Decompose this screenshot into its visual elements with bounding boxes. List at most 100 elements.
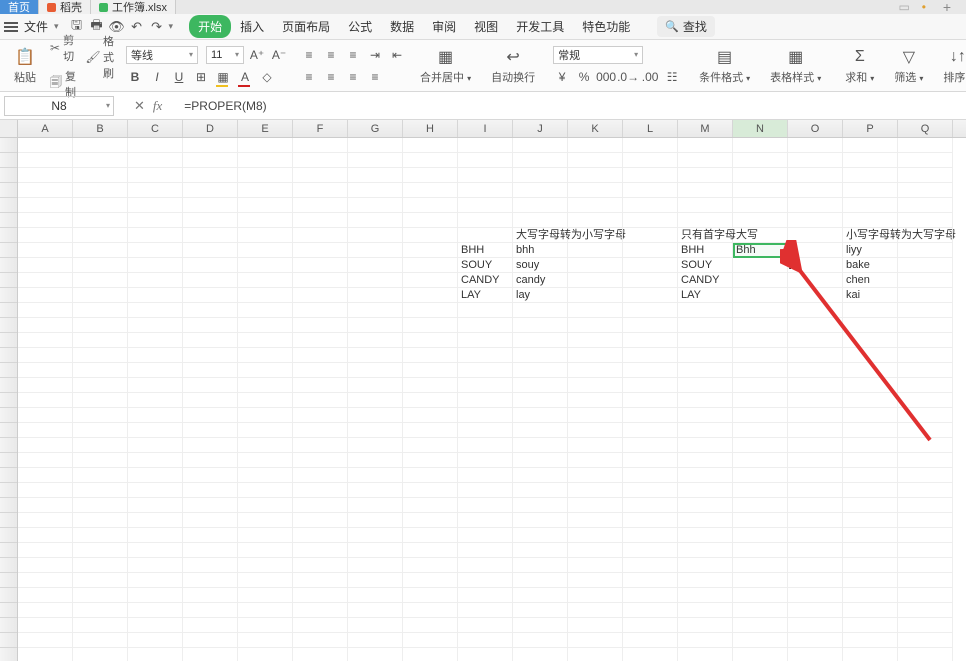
cell-C1[interactable] [128,138,183,153]
cell-M34[interactable] [678,633,733,648]
cell-H1[interactable] [403,138,458,153]
cell-K9[interactable] [568,258,623,273]
filter-button[interactable]: ▽ 筛选 ▾ [890,47,927,85]
cell-D19[interactable] [183,408,238,423]
cell-F18[interactable] [293,393,348,408]
cell-M11[interactable]: LAY [678,288,733,303]
cell-C18[interactable] [128,393,183,408]
cell-B5[interactable] [73,198,128,213]
row-header-12[interactable] [0,303,17,318]
cell-L16[interactable] [623,363,678,378]
cell-D9[interactable] [183,258,238,273]
cell-G26[interactable] [348,513,403,528]
row-header-33[interactable] [0,618,17,633]
cell-B18[interactable] [73,393,128,408]
cell-D34[interactable] [183,633,238,648]
cell-J26[interactable] [513,513,568,528]
cell-M27[interactable] [678,528,733,543]
cell-D7[interactable] [183,228,238,243]
cell-E25[interactable] [238,498,293,513]
cell-H26[interactable] [403,513,458,528]
cell-Q25[interactable] [898,498,953,513]
col-header-J[interactable]: J [513,120,568,137]
row-header-29[interactable] [0,558,17,573]
cell-L15[interactable] [623,348,678,363]
cell-A3[interactable] [18,168,73,183]
cell-I4[interactable] [458,183,513,198]
cell-F7[interactable] [293,228,348,243]
cell-A17[interactable] [18,378,73,393]
row-header-28[interactable] [0,543,17,558]
cell-I34[interactable] [458,633,513,648]
cell-G19[interactable] [348,408,403,423]
cell-I35[interactable] [458,648,513,661]
cell-P14[interactable] [843,333,898,348]
cell-B9[interactable] [73,258,128,273]
redo-dropdown-icon[interactable]: ▾ [169,21,174,32]
cell-C7[interactable] [128,228,183,243]
cell-H32[interactable] [403,603,458,618]
cell-D21[interactable] [183,438,238,453]
cell-H17[interactable] [403,378,458,393]
cell-A35[interactable] [18,648,73,661]
cell-K21[interactable] [568,438,623,453]
cell-L22[interactable] [623,453,678,468]
menu-tab-features[interactable]: 特色功能 [573,15,639,38]
indent-dec-button[interactable]: ⇤ [388,46,406,64]
cell-C14[interactable] [128,333,183,348]
cell-B23[interactable] [73,468,128,483]
cell-H31[interactable] [403,588,458,603]
cell-C12[interactable] [128,303,183,318]
cell-A15[interactable] [18,348,73,363]
cell-P27[interactable] [843,528,898,543]
cell-C32[interactable] [128,603,183,618]
row-header-5[interactable] [0,198,17,213]
cell-A32[interactable] [18,603,73,618]
cell-G12[interactable] [348,303,403,318]
cell-O9[interactable] [788,258,843,273]
cell-E31[interactable] [238,588,293,603]
cell-H16[interactable] [403,363,458,378]
cell-F35[interactable] [293,648,348,661]
cell-P11[interactable]: kai [843,288,898,303]
cell-E2[interactable] [238,153,293,168]
cell-L8[interactable] [623,243,678,258]
align-right-button[interactable]: ≡ [344,68,362,86]
cell-M1[interactable] [678,138,733,153]
cell-M14[interactable] [678,333,733,348]
row-header-34[interactable] [0,633,17,648]
cell-G18[interactable] [348,393,403,408]
cell-B33[interactable] [73,618,128,633]
cell-C16[interactable] [128,363,183,378]
cell-L28[interactable] [623,543,678,558]
cell-C30[interactable] [128,573,183,588]
cell-M35[interactable] [678,648,733,661]
cell-P26[interactable] [843,513,898,528]
cell-J21[interactable] [513,438,568,453]
cell-F5[interactable] [293,198,348,213]
row-header-2[interactable] [0,153,17,168]
cell-N17[interactable] [733,378,788,393]
cell-P7[interactable]: 小写字母转为大写字母 [843,228,898,243]
cell-Q5[interactable] [898,198,953,213]
cell-B27[interactable] [73,528,128,543]
cell-C13[interactable] [128,318,183,333]
number-format-select[interactable]: 常规▾ [553,46,643,64]
cell-K30[interactable] [568,573,623,588]
cell-H21[interactable] [403,438,458,453]
cell-J5[interactable] [513,198,568,213]
cell-C17[interactable] [128,378,183,393]
cell-F29[interactable] [293,558,348,573]
cell-O23[interactable] [788,468,843,483]
cell-D10[interactable] [183,273,238,288]
cell-A22[interactable] [18,453,73,468]
cell-A11[interactable] [18,288,73,303]
cell-O19[interactable] [788,408,843,423]
cell-N29[interactable] [733,558,788,573]
menu-tab-formula[interactable]: 公式 [339,15,381,38]
cell-K2[interactable] [568,153,623,168]
cell-I23[interactable] [458,468,513,483]
cell-grid[interactable]: 大写字母转为小写字母只有首字母大写小写字母转为大写字母BHHbhhBHHBhhl… [18,138,966,661]
cell-G34[interactable] [348,633,403,648]
cell-A12[interactable] [18,303,73,318]
